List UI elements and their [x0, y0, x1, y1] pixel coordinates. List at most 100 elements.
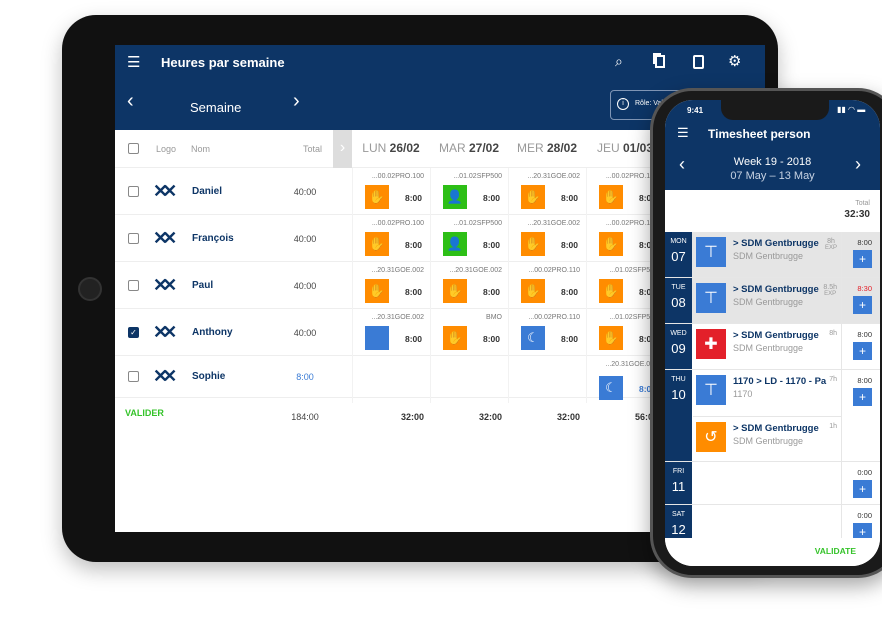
day-number: 07	[671, 249, 686, 264]
entry-hours: 7h	[829, 376, 837, 383]
menu-icon[interactable]: ☰	[677, 125, 689, 141]
entry-title: > SDM Gentbrugge	[733, 284, 819, 295]
day-cell[interactable]: ...20.31GOE.002 8:00	[352, 309, 430, 356]
handshake-icon: ✋	[365, 279, 389, 303]
divider	[841, 324, 842, 370]
header-name: Nom	[191, 144, 211, 154]
handshake-icon: ✋	[443, 279, 467, 303]
day-name: TUE	[671, 284, 686, 291]
day-cell[interactable]: ...20.31GOE.002 ✋ 8:00	[508, 215, 586, 262]
day-cell[interactable]	[430, 356, 508, 403]
status-icons: ▮▮ ◠ ▬	[837, 105, 866, 114]
company-logo: ✕✕	[153, 321, 177, 342]
row-checkbox[interactable]	[128, 279, 139, 291]
hours: 8h	[827, 238, 835, 245]
project-code: BMO	[486, 314, 502, 321]
select-all-checkbox[interactable]	[128, 143, 139, 154]
add-entry-button[interactable]: +	[853, 523, 872, 538]
day-cell[interactable]: BMO ✋ 8:00	[430, 309, 508, 356]
day-cell[interactable]: ...00.02PRO.110 ✋ 8:00	[508, 262, 586, 309]
day-list[interactable]: MON 07 ⊤ > SDM Gentbrugge SDM Gentbrugge 8h EX…	[665, 232, 880, 538]
valider-button[interactable]: VALIDER	[125, 408, 164, 418]
time-entry[interactable]: ✚ > SDM Gentbrugge SDM Gentbrugge 8h	[693, 324, 841, 370]
day-cell[interactable]: ...00.02PRO.100 ✋ 8:00	[352, 215, 430, 262]
entry-hours: 8h EXP	[825, 238, 837, 251]
day-number: 09	[671, 341, 686, 356]
cell-hours: 8:00	[482, 334, 500, 344]
row-checkbox[interactable]	[128, 232, 139, 244]
handshake-icon: ✋	[599, 279, 623, 303]
project-code: ...01.02SFP500	[453, 173, 502, 180]
tablet-camera	[78, 277, 102, 301]
day-name: WED	[670, 330, 687, 337]
menu-icon[interactable]: ☰	[127, 53, 140, 71]
status-time: 9:41	[687, 106, 704, 115]
cell-hours: 8:00	[404, 193, 422, 203]
time-entry[interactable]: ↺ > SDM Gentbrugge SDM Gentbrugge 1h	[693, 416, 841, 462]
entry-subtitle: 1170	[733, 389, 753, 399]
day-cell[interactable]: ...01.02SFP500 👤 8:00	[430, 215, 508, 262]
handshake-icon: ✋	[599, 326, 623, 350]
day-header[interactable]: MAR 27/02	[430, 141, 508, 155]
time-entry[interactable]: ⊤ > SDM Gentbrugge SDM Gentbrugge 8.5h EXP	[693, 278, 841, 324]
add-entry-button[interactable]: +	[853, 342, 872, 360]
cell-hours: 8:00	[560, 240, 578, 250]
entry-subtitle: SDM Gentbrugge	[733, 251, 804, 261]
crane-icon: ⊤	[696, 375, 726, 405]
add-entry-button[interactable]: +	[853, 480, 872, 498]
exp-label: EXP	[824, 291, 837, 297]
day-cell[interactable]	[508, 356, 586, 403]
day-cell[interactable]: ...20.31GOE.002 ✋ 8:00	[508, 168, 586, 215]
handshake-icon: ✋	[599, 185, 623, 209]
clipboard-icon[interactable]	[693, 55, 704, 69]
copy-icon[interactable]	[655, 55, 665, 68]
project-code: ...00.02PRO.100	[371, 220, 424, 227]
day-row: MON 07 ⊤ > SDM Gentbrugge SDM Gentbrugge 8h EX…	[665, 232, 880, 278]
cell-hours: 8:00	[482, 240, 500, 250]
day-header[interactable]: LUN 26/02	[352, 141, 430, 155]
divider	[841, 462, 842, 505]
gear-icon[interactable]: ⚙	[728, 52, 741, 70]
day-row: FRI 11 0:00 +	[665, 462, 880, 505]
top-bar: ☰ Heures par semaine ⌕ ⚙	[115, 45, 765, 80]
phone-notch	[721, 100, 829, 120]
day-cell[interactable]	[352, 356, 430, 403]
time-entry[interactable]: ⊤ 1170 > LD - 1170 - Pa 1170 7h	[693, 370, 841, 416]
day-badge: TUE 08	[665, 278, 692, 323]
day-cell[interactable]: ...20.31GOE.002 ✋ 8:00	[430, 262, 508, 309]
day-cell[interactable]: ...00.02PRO.110 ☾ 8:00	[508, 309, 586, 356]
day-cell[interactable]: ...01.02SFP500 👤 8:00	[430, 168, 508, 215]
day-cell[interactable]: ...20.31GOE.002 ✋ 8:00	[352, 262, 430, 309]
scroll-left-arrow[interactable]: ›	[333, 130, 352, 168]
day-number: 11	[671, 479, 686, 494]
entry-subtitle: SDM Gentbrugge	[733, 343, 804, 353]
day-total: 32:00	[400, 412, 424, 422]
row-checkbox[interactable]: ✓	[128, 326, 139, 338]
project-code: ...00.02PRO.100	[371, 173, 424, 180]
day-date: 01/03	[622, 141, 654, 155]
day-cell[interactable]: ...00.02PRO.100 ✋ 8:00	[352, 168, 430, 215]
row-checkbox[interactable]	[128, 185, 139, 197]
add-entry-button[interactable]: +	[853, 388, 872, 406]
add-entry-button[interactable]: +	[853, 296, 872, 314]
next-week-chevron-icon[interactable]: ›	[855, 154, 861, 175]
search-icon[interactable]: ⌕	[615, 53, 623, 70]
prev-week-chevron-icon[interactable]: ‹	[127, 90, 134, 113]
next-week-chevron-icon[interactable]: ›	[293, 90, 300, 113]
add-entry-button[interactable]: +	[853, 250, 872, 268]
cell-hours: 8:00	[404, 240, 422, 250]
entry-title: > SDM Gentbrugge	[733, 423, 819, 434]
hours: 8h	[829, 330, 837, 337]
validate-button[interactable]: VALIDATE	[815, 546, 856, 556]
project-code: ...00.02PRO.110	[528, 314, 580, 321]
divider	[841, 370, 842, 462]
employee-name: Sophie	[192, 371, 226, 382]
time-entry[interactable]: ⊤ > SDM Gentbrugge SDM Gentbrugge 8h EXP	[693, 232, 841, 278]
day-name: FRI	[672, 468, 685, 475]
row-checkbox[interactable]	[128, 371, 139, 382]
day-header[interactable]: MER 28/02	[508, 141, 586, 155]
person-icon: 👤	[443, 232, 467, 256]
handshake-icon: ✋	[521, 232, 545, 256]
day-date: 28/02	[546, 141, 578, 155]
divider	[841, 232, 842, 278]
